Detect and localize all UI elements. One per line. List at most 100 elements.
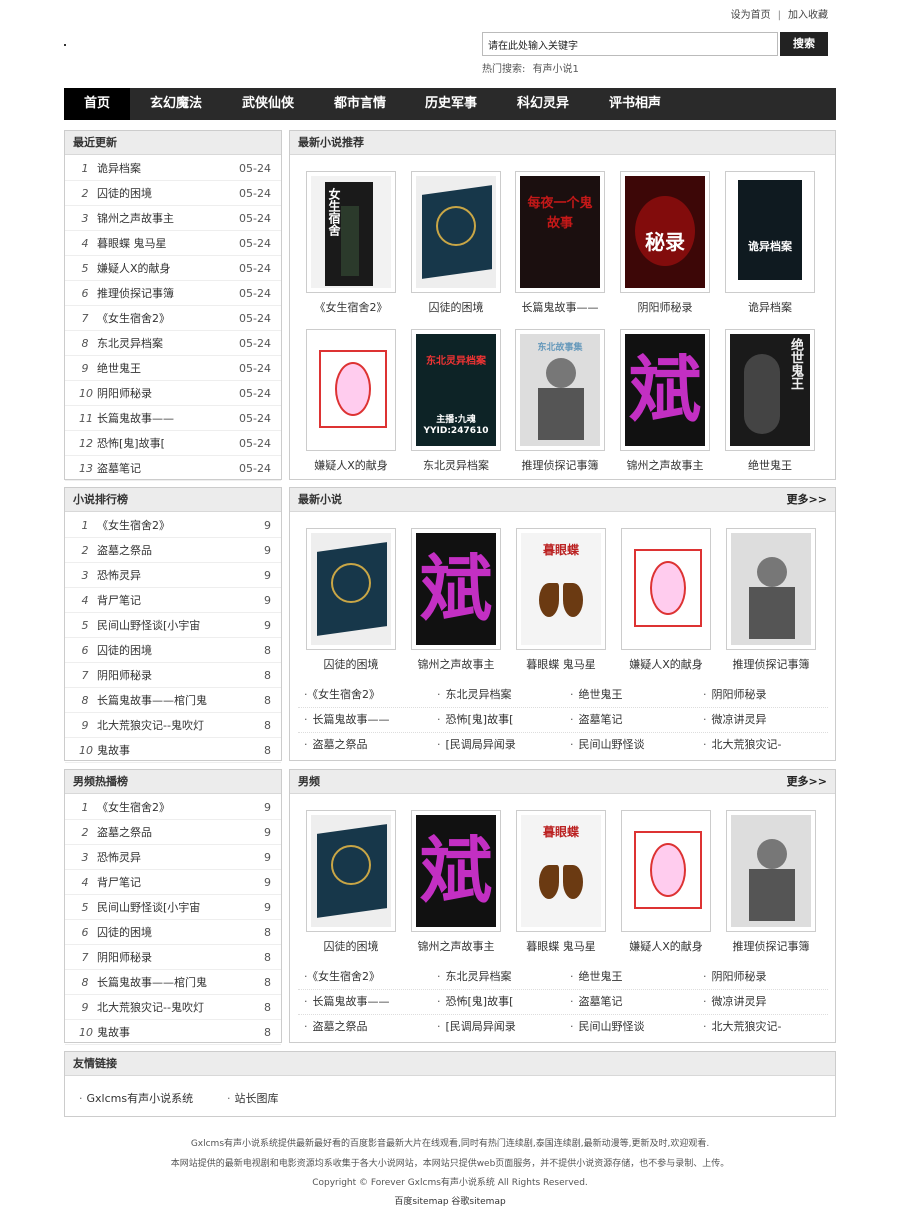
list-item[interactable]: 5 民间山野怪谈[小宇宙 9 [65, 895, 281, 920]
book-cover[interactable]: 斌 [411, 528, 501, 650]
novel-link[interactable]: · 绝世鬼王 [570, 686, 623, 702]
novel-title[interactable]: 囚徒的困境 [97, 181, 245, 206]
book-card[interactable]: 诡异档案 诡异档案 [725, 171, 815, 315]
novel-title[interactable]: 北大荒狼灾记--鬼吹灯 [97, 995, 245, 1020]
book-cover[interactable]: 诡异档案 [725, 171, 815, 293]
novel-title[interactable]: 盗墓笔记 [97, 456, 245, 481]
novel-title[interactable]: 长篇鬼故事——棺门鬼 [97, 688, 245, 713]
list-item[interactable]: 2 盗墓之祭品 9 [65, 538, 281, 563]
friend-link[interactable]: · Gxlcms有声小说系统 [79, 1090, 193, 1106]
novel-title[interactable]: 北大荒狼灾记--鬼吹灯 [97, 713, 245, 738]
list-item[interactable]: 1 诡异档案 05-24 [65, 156, 281, 181]
book-cover[interactable]: 东北灵异档案 主播:九魂 YYID:247610 [411, 329, 501, 451]
novel-link[interactable]: · [民调局异闻录 [437, 736, 516, 752]
novel-title[interactable]: 鬼故事 [97, 738, 245, 763]
novel-link[interactable]: · 东北灵异档案 [437, 968, 512, 984]
add-favorite-link[interactable]: 加入收藏 [788, 10, 828, 21]
novel-title[interactable]: 恐怖灵异 [97, 845, 245, 870]
list-item[interactable]: 8 东北灵异档案 05-24 [65, 331, 281, 356]
list-item[interactable]: 6 囚徒的困境 8 [65, 638, 281, 663]
book-card[interactable]: 囚徒的困境 [306, 810, 396, 954]
book-card[interactable]: 斌锦州之声故事主 [411, 528, 501, 672]
list-item[interactable]: 3 恐怖灵异 9 [65, 845, 281, 870]
book-cover[interactable]: 暮眼蝶 [516, 528, 606, 650]
novel-link[interactable]: · 绝世鬼王 [570, 968, 623, 984]
novel-title[interactable]: 盗墓之祭品 [97, 820, 245, 845]
book-cover[interactable] [726, 528, 816, 650]
book-title[interactable]: 嫌疑人X的献身 [306, 457, 396, 473]
book-cover[interactable] [726, 810, 816, 932]
book-cover[interactable] [306, 810, 396, 932]
novel-title[interactable]: 恐怖灵异 [97, 563, 245, 588]
more-link[interactable]: 更多>> [787, 488, 827, 512]
novel-link[interactable]: · 盗墓笔记 [570, 711, 623, 727]
novel-title[interactable]: 囚徒的困境 [97, 638, 245, 663]
friend-link[interactable]: · 站长图库 [227, 1090, 279, 1106]
book-title[interactable]: 推理侦探记事簿 [515, 457, 605, 473]
book-cover[interactable] [621, 810, 711, 932]
book-cover[interactable] [411, 171, 501, 293]
novel-link[interactable]: · 微凉讲灵异 [703, 993, 767, 1009]
book-title[interactable]: 诡异档案 [725, 299, 815, 315]
book-cover[interactable]: 斌 [411, 810, 501, 932]
book-cover[interactable]: 每夜一个鬼故事 [515, 171, 605, 293]
novel-title[interactable]: 长篇鬼故事——棺门鬼 [97, 970, 245, 995]
book-cover[interactable]: 绝世鬼王 [725, 329, 815, 451]
list-item[interactable]: 2 囚徒的困境 05-24 [65, 181, 281, 206]
nav-fantasy[interactable]: 玄幻魔法 [140, 88, 212, 120]
novel-title[interactable]: 《女生宿舍2》 [97, 513, 245, 538]
book-card[interactable]: 暮眼蝶暮眼蝶 鬼马星 [516, 528, 606, 672]
list-item[interactable]: 6 推理侦探记事簿 05-24 [65, 281, 281, 306]
novel-title[interactable]: 暮眼蝶 鬼马星 [97, 231, 245, 256]
list-item[interactable]: 5 嫌疑人X的献身 05-24 [65, 256, 281, 281]
list-item[interactable]: 2 盗墓之祭品 9 [65, 820, 281, 845]
book-title[interactable]: 推理侦探记事簿 [726, 656, 816, 672]
book-title[interactable]: 暮眼蝶 鬼马星 [516, 938, 606, 954]
book-title[interactable]: 暮眼蝶 鬼马星 [516, 656, 606, 672]
book-title[interactable]: 锦州之声故事主 [620, 457, 710, 473]
nav-urban[interactable]: 都市言情 [324, 88, 396, 120]
list-item[interactable]: 9 北大荒狼灾记--鬼吹灯 8 [65, 713, 281, 738]
list-item[interactable]: 3 锦州之声故事主 05-24 [65, 206, 281, 231]
novel-title[interactable]: 民间山野怪谈[小宇宙 [97, 895, 245, 920]
book-title[interactable]: 长篇鬼故事—— [515, 299, 605, 315]
book-cover[interactable]: 斌 [620, 329, 710, 451]
novel-link[interactable]: · 微凉讲灵异 [703, 711, 767, 727]
book-title[interactable]: 东北灵异档案 [411, 457, 501, 473]
novel-link[interactable]: · 盗墓之祭品 [304, 736, 368, 752]
book-card[interactable]: 每夜一个鬼故事 长篇鬼故事—— [515, 171, 605, 315]
nav-history[interactable]: 历史军事 [415, 88, 487, 120]
book-title[interactable]: 阴阳师秘录 [620, 299, 710, 315]
novel-link[interactable]: · 《女生宿舍2》 [304, 686, 380, 702]
novel-link[interactable]: · 长篇鬼故事—— [304, 993, 390, 1009]
list-item[interactable]: 8 长篇鬼故事——棺门鬼 8 [65, 970, 281, 995]
novel-link[interactable]: · 《女生宿舍2》 [304, 968, 380, 984]
set-home-link[interactable]: 设为首页 [731, 10, 771, 21]
novel-title[interactable]: 阴阳师秘录 [97, 663, 245, 688]
search-input[interactable] [482, 32, 778, 56]
novel-link[interactable]: · 恐怖[鬼]故事[ [437, 993, 513, 1009]
book-cover[interactable]: 东北故事集 [515, 329, 605, 451]
novel-link[interactable]: · 盗墓之祭品 [304, 1018, 368, 1034]
novel-link[interactable]: · 恐怖[鬼]故事[ [437, 711, 513, 727]
book-card[interactable]: 绝世鬼王 绝世鬼王 [725, 329, 815, 473]
list-item[interactable]: 8 长篇鬼故事——棺门鬼 8 [65, 688, 281, 713]
list-item[interactable]: 9 北大荒狼灾记--鬼吹灯 8 [65, 995, 281, 1020]
book-card[interactable]: 囚徒的困境 [306, 528, 396, 672]
nav-storytelling[interactable]: 评书相声 [599, 88, 671, 120]
list-item[interactable]: 5 民间山野怪谈[小宇宙 9 [65, 613, 281, 638]
list-item[interactable]: 10 阴阳师秘录 05-24 [65, 381, 281, 406]
nav-home[interactable]: 首页 [64, 88, 130, 120]
list-item[interactable]: 6 囚徒的困境 8 [65, 920, 281, 945]
novel-title[interactable]: 诡异档案 [97, 156, 245, 181]
nav-wuxia[interactable]: 武侠仙侠 [232, 88, 304, 120]
novel-link[interactable]: · 阴阳师秘录 [703, 968, 767, 984]
list-item[interactable]: 10 鬼故事 8 [65, 1020, 281, 1045]
novel-title[interactable]: 恐怖[鬼]故事[ [97, 431, 245, 456]
book-cover[interactable]: 秘录 [620, 171, 710, 293]
list-item[interactable]: 1 《女生宿舍2》 9 [65, 513, 281, 538]
novel-link[interactable]: · 北大荒狼灾记- [703, 736, 781, 752]
novel-link[interactable]: · 长篇鬼故事—— [304, 711, 390, 727]
book-card[interactable]: 女生宿舍 《女生宿舍2》 [306, 171, 396, 315]
novel-title[interactable]: 囚徒的困境 [97, 920, 245, 945]
